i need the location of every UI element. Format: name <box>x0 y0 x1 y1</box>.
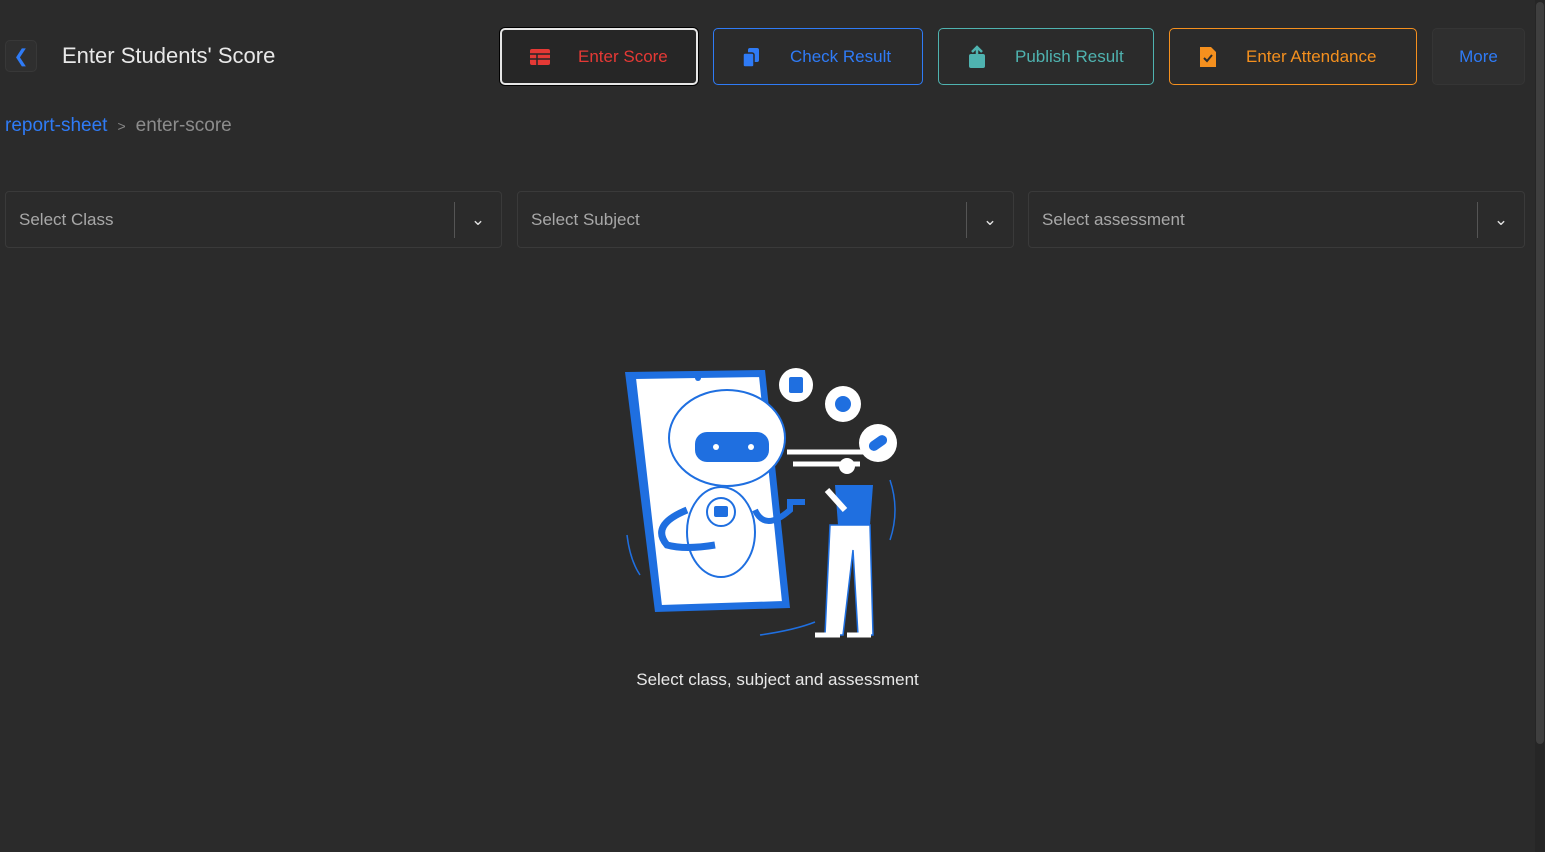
scrollbar-thumb[interactable] <box>1536 2 1544 744</box>
subject-select[interactable]: Select Subject ⌄ <box>517 191 1014 248</box>
checked-document-icon <box>1196 45 1220 69</box>
more-label: More <box>1459 46 1498 66</box>
breadcrumb-current: enter-score <box>135 115 232 136</box>
assessment-select[interactable]: Select assessment ⌄ <box>1028 191 1525 248</box>
check-result-button[interactable]: Check Result <box>713 28 923 85</box>
class-select[interactable]: Select Class ⌄ <box>5 191 502 248</box>
enter-score-label: Enter Score <box>578 46 668 66</box>
robot-assistant-illustration <box>625 368 897 638</box>
chevron-left-icon: ❮ <box>13 45 29 66</box>
breadcrumb: report-sheet > enter-score <box>5 115 232 137</box>
publish-result-button[interactable]: Publish Result <box>938 28 1154 85</box>
enter-score-button[interactable]: Enter Score <box>500 28 698 85</box>
documents-icon <box>740 45 764 69</box>
class-select-placeholder: Select Class <box>19 209 114 229</box>
breadcrumb-separator: > <box>117 118 126 134</box>
chevron-down-icon: ⌄ <box>982 209 998 229</box>
subject-select-placeholder: Select Subject <box>531 209 640 229</box>
enter-attendance-button[interactable]: Enter Attendance <box>1169 28 1417 85</box>
back-button[interactable]: ❮ <box>5 40 37 72</box>
table-icon <box>528 45 552 69</box>
page-title: Enter Students' Score <box>62 43 276 68</box>
share-upload-icon <box>965 44 989 69</box>
assessment-select-placeholder: Select assessment <box>1042 209 1185 229</box>
breadcrumb-link-report-sheet[interactable]: report-sheet <box>5 115 107 136</box>
chevron-down-icon: ⌄ <box>1493 209 1509 229</box>
enter-attendance-label: Enter Attendance <box>1246 46 1377 66</box>
chevron-down-icon: ⌄ <box>470 209 486 229</box>
check-result-label: Check Result <box>790 46 892 66</box>
empty-state-message: Select class, subject and assessment <box>636 670 919 689</box>
more-button[interactable]: More <box>1432 28 1525 85</box>
scrollbar[interactable] <box>1535 0 1545 852</box>
publish-result-label: Publish Result <box>1015 46 1124 66</box>
